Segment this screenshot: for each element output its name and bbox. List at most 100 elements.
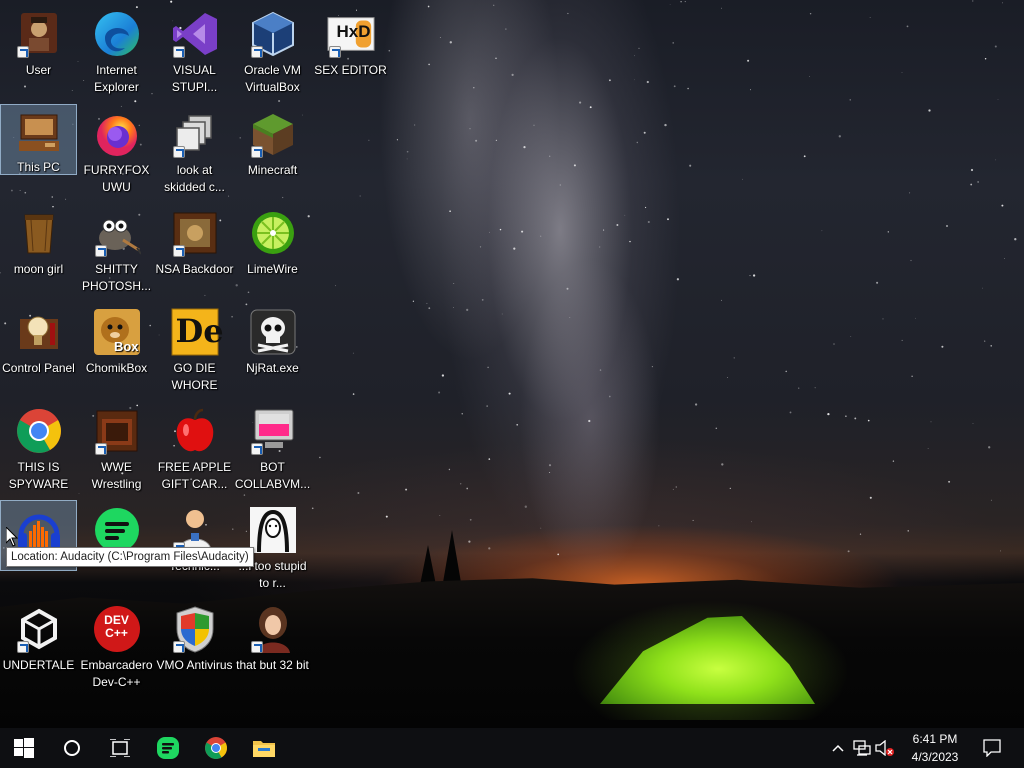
- taskbar-app-chrome[interactable]: [192, 728, 240, 768]
- star: [24, 191, 27, 194]
- star: [972, 0, 974, 2]
- desktop-icon-minecraft[interactable]: Minecraft: [234, 104, 311, 198]
- computer-icon: [15, 111, 63, 155]
- desktop-icon-this-pc[interactable]: This PC: [0, 104, 77, 175]
- desktop-icon-32bit[interactable]: that but 32 bit: [234, 599, 311, 693]
- minecraft-grass-block-icon: [249, 110, 297, 158]
- star: [809, 12, 812, 15]
- star: [479, 246, 482, 248]
- star: [721, 299, 722, 301]
- star: [1014, 238, 1017, 241]
- star: [651, 366, 653, 368]
- star: [549, 471, 551, 474]
- star: [579, 101, 582, 104]
- hxd-badge-text: HxD: [336, 22, 371, 41]
- desktop-icon-control-panel[interactable]: Control Panel: [0, 302, 77, 396]
- action-center-button[interactable]: [976, 728, 1008, 768]
- star: [669, 3, 671, 5]
- star: [385, 515, 388, 518]
- star: [673, 85, 676, 88]
- desktop-icon-free-apple[interactable]: FREE APPLE GIFT CAR...: [156, 401, 233, 495]
- icon-label: Control Panel: [2, 361, 75, 375]
- star: [910, 259, 912, 262]
- desktop-icon-njrat[interactable]: NjRat.exe: [234, 302, 311, 396]
- desktop-icon-look-at-skidded[interactable]: look at skidded c...: [156, 104, 233, 198]
- location-tooltip: Location: Audacity (C:\Program Files\Aud…: [6, 547, 254, 567]
- clock[interactable]: 6:41 PM 4/3/2023: [900, 728, 970, 768]
- star: [882, 318, 884, 320]
- star: [608, 395, 611, 398]
- search-button[interactable]: [48, 728, 96, 768]
- desktop-icon-bot-collabvm[interactable]: BOT COLLABVM...: [234, 401, 311, 495]
- star: [749, 275, 751, 277]
- star: [785, 370, 787, 373]
- desktop-icon-internet-explorer[interactable]: Internet Explorer: [78, 4, 155, 98]
- start-button[interactable]: [0, 728, 48, 768]
- star: [603, 229, 605, 231]
- desktop-icon-moon-girl[interactable]: moon girl: [0, 203, 77, 297]
- desktop-icon-gimp[interactable]: SHITTY PHOTOSH...: [78, 203, 155, 297]
- desktop-icon-limewire[interactable]: LimeWire: [234, 203, 311, 297]
- clock-date: 4/3/2023: [911, 750, 959, 764]
- taskbar-app-chat[interactable]: [144, 728, 192, 768]
- desktop-icon-visual-studio[interactable]: VISUAL STUPI...: [156, 4, 233, 98]
- desktop-icon-nsa-backdoor[interactable]: NSA Backdoor: [155, 203, 234, 297]
- star: [449, 41, 452, 44]
- show-hidden-icons-button[interactable]: [828, 728, 848, 768]
- star: [493, 4, 495, 6]
- star: [915, 317, 916, 319]
- star: [672, 42, 674, 44]
- desktop-icon-vmo-antivirus[interactable]: VMO Antivirus: [156, 599, 233, 693]
- desktop-icon-chomikbox[interactable]: Box ChomikBox: [78, 302, 155, 396]
- user-folder-icon: [15, 10, 63, 58]
- star: [488, 458, 491, 460]
- volume-button[interactable]: [874, 728, 896, 768]
- star: [984, 57, 987, 60]
- icon-label: THIS IS SPYWARE: [8, 460, 69, 491]
- skull-icon: [249, 308, 297, 356]
- star: [413, 124, 416, 126]
- star: [849, 99, 851, 101]
- desktop-icon-undertale[interactable]: UNDERTALE: [0, 599, 77, 693]
- star: [803, 155, 806, 158]
- volume-muted-icon: [875, 740, 894, 756]
- star: [741, 178, 743, 180]
- shortcut-arrow-icon: [16, 641, 29, 653]
- desktop-icon-chrome[interactable]: THIS IS SPYWARE: [0, 401, 77, 495]
- network-button[interactable]: [850, 728, 874, 768]
- star: [901, 72, 903, 73]
- desktop-icon-hex-editor[interactable]: HxD SEX EDITOR: [312, 4, 389, 98]
- star: [469, 128, 471, 130]
- star: [569, 317, 571, 319]
- star: [892, 460, 895, 462]
- star: [911, 375, 913, 377]
- task-view-button[interactable]: [96, 728, 144, 768]
- control-panel-icon: [15, 308, 63, 356]
- icon-label: look at skidded c...: [164, 163, 225, 194]
- star: [608, 79, 611, 82]
- star: [727, 377, 728, 378]
- icon-label: FREE APPLE GIFT CAR...: [157, 460, 232, 491]
- star: [335, 285, 337, 287]
- cortana-circle-icon: [64, 740, 80, 756]
- star: [65, 198, 67, 200]
- desktop-icon-virtualbox[interactable]: Oracle VM VirtualBox: [234, 4, 311, 98]
- desktop-icon-go-die[interactable]: De GO DIE WHORE: [156, 302, 233, 396]
- star: [798, 387, 800, 389]
- star: [453, 283, 455, 284]
- desktop-icon-devcpp[interactable]: DEV C++ Embarcadero Dev-C++: [78, 599, 155, 693]
- star: [747, 59, 750, 62]
- star: [814, 387, 816, 389]
- task-view-icon: [110, 739, 130, 757]
- taskbar-app-file-explorer[interactable]: [240, 728, 288, 768]
- icon-label: BOT COLLABVM...: [234, 460, 311, 491]
- star: [567, 12, 569, 15]
- icon-label: moon girl: [13, 262, 64, 276]
- star: [994, 45, 997, 48]
- star: [439, 515, 441, 517]
- desktop-icon-firefox[interactable]: FURRYFOX UWU: [78, 104, 155, 198]
- star: [516, 423, 519, 426]
- desktop-icon-user[interactable]: User: [0, 4, 77, 98]
- gimp-mascot-icon: [93, 209, 141, 257]
- desktop-icon-wwe[interactable]: WWE Wrestling: [78, 401, 155, 495]
